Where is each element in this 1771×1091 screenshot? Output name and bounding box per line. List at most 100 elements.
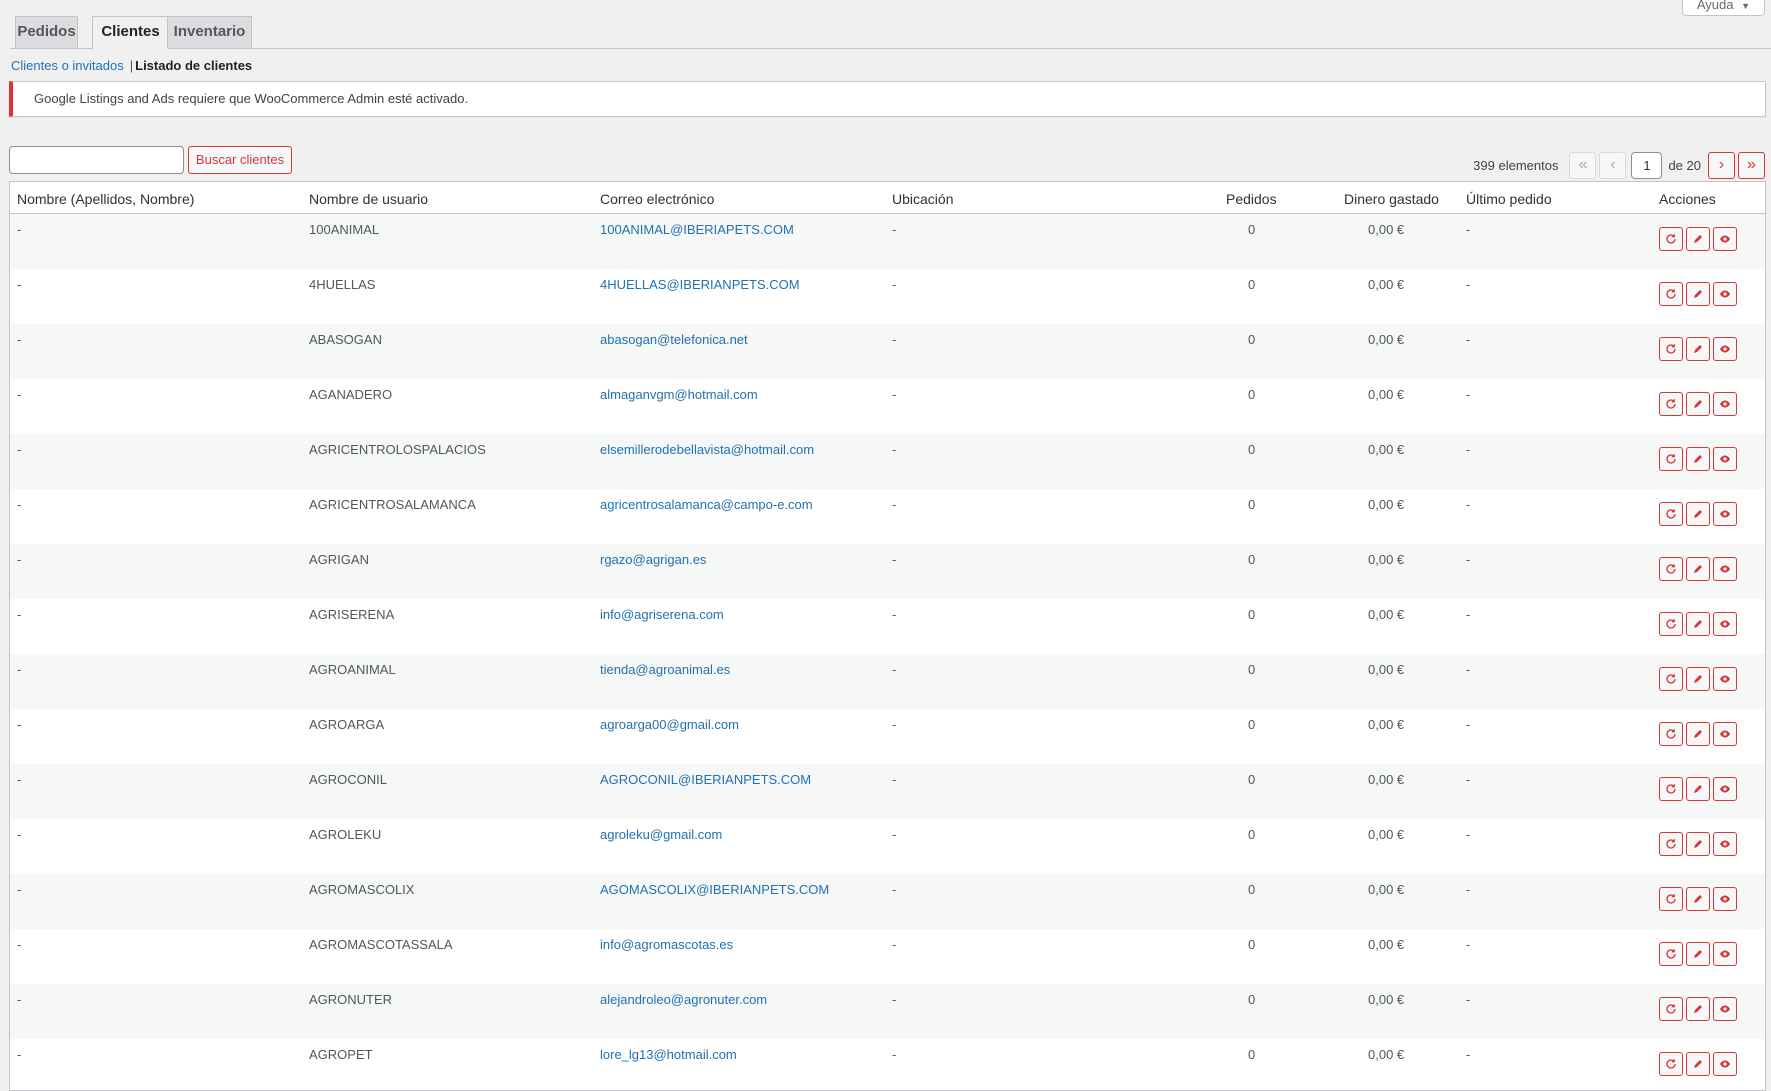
first-page-button[interactable]: « bbox=[1569, 151, 1597, 179]
cell-email[interactable]: agroleku@gmail.com bbox=[600, 827, 722, 842]
row-actions bbox=[1659, 667, 1740, 691]
edit-button[interactable] bbox=[1686, 942, 1710, 966]
edit-button[interactable] bbox=[1686, 1052, 1710, 1076]
subnav: Clientes o invitados | Listado de clientes bbox=[11, 58, 252, 73]
view-button[interactable] bbox=[1713, 557, 1737, 581]
column-header-name[interactable]: Nombre (Apellidos, Nombre) bbox=[17, 182, 194, 216]
refresh-button[interactable] bbox=[1659, 447, 1683, 471]
cell-email[interactable]: rgazo@agrigan.es bbox=[600, 552, 706, 567]
refresh-button[interactable] bbox=[1659, 227, 1683, 251]
tab-inventario[interactable]: Inventario bbox=[167, 16, 252, 48]
refresh-icon bbox=[1665, 1003, 1677, 1015]
row-actions bbox=[1659, 337, 1740, 361]
view-button[interactable] bbox=[1713, 447, 1737, 471]
cell-email[interactable]: elsemillerodebellavista@hotmail.com bbox=[600, 442, 814, 457]
edit-button[interactable] bbox=[1686, 832, 1710, 856]
refresh-icon bbox=[1665, 288, 1677, 300]
refresh-button[interactable] bbox=[1659, 667, 1683, 691]
cell-email[interactable]: agroarga00@gmail.com bbox=[600, 717, 739, 732]
column-header-last-order[interactable]: Último pedido bbox=[1466, 182, 1552, 216]
edit-button[interactable] bbox=[1686, 337, 1710, 361]
edit-button[interactable] bbox=[1686, 447, 1710, 471]
edit-button[interactable] bbox=[1686, 887, 1710, 911]
search-input[interactable] bbox=[9, 146, 184, 174]
view-button[interactable] bbox=[1713, 227, 1737, 251]
column-header-spent[interactable]: Dinero gastado bbox=[1344, 182, 1439, 216]
refresh-button[interactable] bbox=[1659, 777, 1683, 801]
subnav-separator: | bbox=[129, 58, 134, 73]
column-header-username[interactable]: Nombre de usuario bbox=[309, 182, 428, 216]
current-page-input[interactable]: 1 bbox=[1631, 151, 1663, 179]
cell-email[interactable]: AGROCONIL@IBERIANPETS.COM bbox=[600, 772, 811, 787]
cell-email[interactable]: abasogan@telefonica.net bbox=[600, 332, 748, 347]
column-header-email[interactable]: Correo electrónico bbox=[600, 182, 714, 216]
edit-button[interactable] bbox=[1686, 282, 1710, 306]
cell-email[interactable]: info@agromascotas.es bbox=[600, 937, 733, 952]
cell-spent: 0,00 € bbox=[1368, 992, 1405, 1007]
refresh-button[interactable] bbox=[1659, 502, 1683, 526]
cell-spent: 0,00 € bbox=[1368, 387, 1405, 402]
edit-button[interactable] bbox=[1686, 777, 1710, 801]
refresh-button[interactable] bbox=[1659, 557, 1683, 581]
cell-email[interactable]: agricentrosalamanca@campo-e.com bbox=[600, 497, 813, 512]
cell-email[interactable]: alejandroleo@agronuter.com bbox=[600, 992, 767, 1007]
view-icon bbox=[1719, 838, 1731, 850]
next-page-button[interactable]: › bbox=[1708, 151, 1735, 179]
refresh-button[interactable] bbox=[1659, 282, 1683, 306]
cell-spent: 0,00 € bbox=[1368, 1047, 1405, 1062]
view-button[interactable] bbox=[1713, 997, 1737, 1021]
view-button[interactable] bbox=[1713, 282, 1737, 306]
prev-page-button[interactable]: ‹ bbox=[1599, 151, 1627, 179]
refresh-button[interactable] bbox=[1659, 337, 1683, 361]
edit-button[interactable] bbox=[1686, 227, 1710, 251]
edit-button[interactable] bbox=[1686, 612, 1710, 636]
view-button[interactable] bbox=[1713, 502, 1737, 526]
cell-email[interactable]: AGOMASCOLIX@IBERIANPETS.COM bbox=[600, 882, 829, 897]
cell-last-order: - bbox=[1466, 277, 1471, 292]
last-page-button[interactable]: » bbox=[1738, 151, 1765, 179]
refresh-button[interactable] bbox=[1659, 1052, 1683, 1076]
column-header-orders[interactable]: Pedidos bbox=[1226, 182, 1277, 216]
edit-button[interactable] bbox=[1686, 667, 1710, 691]
column-header-location[interactable]: Ubicación bbox=[892, 182, 953, 216]
view-button[interactable] bbox=[1713, 1052, 1737, 1076]
cell-email[interactable]: info@agriserena.com bbox=[600, 607, 724, 622]
refresh-button[interactable] bbox=[1659, 612, 1683, 636]
view-button[interactable] bbox=[1713, 832, 1737, 856]
tab-pedidos[interactable]: Pedidos bbox=[15, 16, 78, 48]
cell-location: - bbox=[892, 442, 897, 457]
view-button[interactable] bbox=[1713, 337, 1737, 361]
cell-last-order: - bbox=[1466, 1047, 1471, 1062]
view-button[interactable] bbox=[1713, 612, 1737, 636]
cell-email[interactable]: 4HUELLAS@IBERIANPETS.COM bbox=[600, 277, 800, 292]
cell-email[interactable]: lore_lg13@hotmail.com bbox=[600, 1047, 737, 1062]
edit-button[interactable] bbox=[1686, 392, 1710, 416]
cell-location: - bbox=[892, 772, 897, 787]
cell-email[interactable]: 100ANIMAL@IBERIAPETS.COM bbox=[600, 222, 794, 237]
cell-email[interactable]: tienda@agroanimal.es bbox=[600, 662, 730, 677]
subnav-link-clientes-invitados[interactable]: Clientes o invitados bbox=[11, 58, 124, 73]
row-actions bbox=[1659, 227, 1740, 251]
edit-button[interactable] bbox=[1686, 502, 1710, 526]
edit-button[interactable] bbox=[1686, 722, 1710, 746]
search-button[interactable]: Buscar clientes bbox=[188, 146, 292, 174]
refresh-button[interactable] bbox=[1659, 887, 1683, 911]
view-button[interactable] bbox=[1713, 777, 1737, 801]
refresh-button[interactable] bbox=[1659, 722, 1683, 746]
cell-name: - bbox=[17, 772, 22, 787]
edit-button[interactable] bbox=[1686, 997, 1710, 1021]
help-button[interactable]: Ayuda ▼ bbox=[1681, 0, 1765, 16]
refresh-button[interactable] bbox=[1659, 832, 1683, 856]
refresh-button[interactable] bbox=[1659, 392, 1683, 416]
view-button[interactable] bbox=[1713, 667, 1737, 691]
view-button[interactable] bbox=[1713, 942, 1737, 966]
edit-icon bbox=[1692, 508, 1704, 520]
view-button[interactable] bbox=[1713, 392, 1737, 416]
refresh-button[interactable] bbox=[1659, 942, 1683, 966]
view-button[interactable] bbox=[1713, 887, 1737, 911]
cell-email[interactable]: almaganvgm@hotmail.com bbox=[600, 387, 758, 402]
tab-clientes[interactable]: Clientes bbox=[92, 16, 169, 49]
refresh-button[interactable] bbox=[1659, 997, 1683, 1021]
view-button[interactable] bbox=[1713, 722, 1737, 746]
edit-button[interactable] bbox=[1686, 557, 1710, 581]
